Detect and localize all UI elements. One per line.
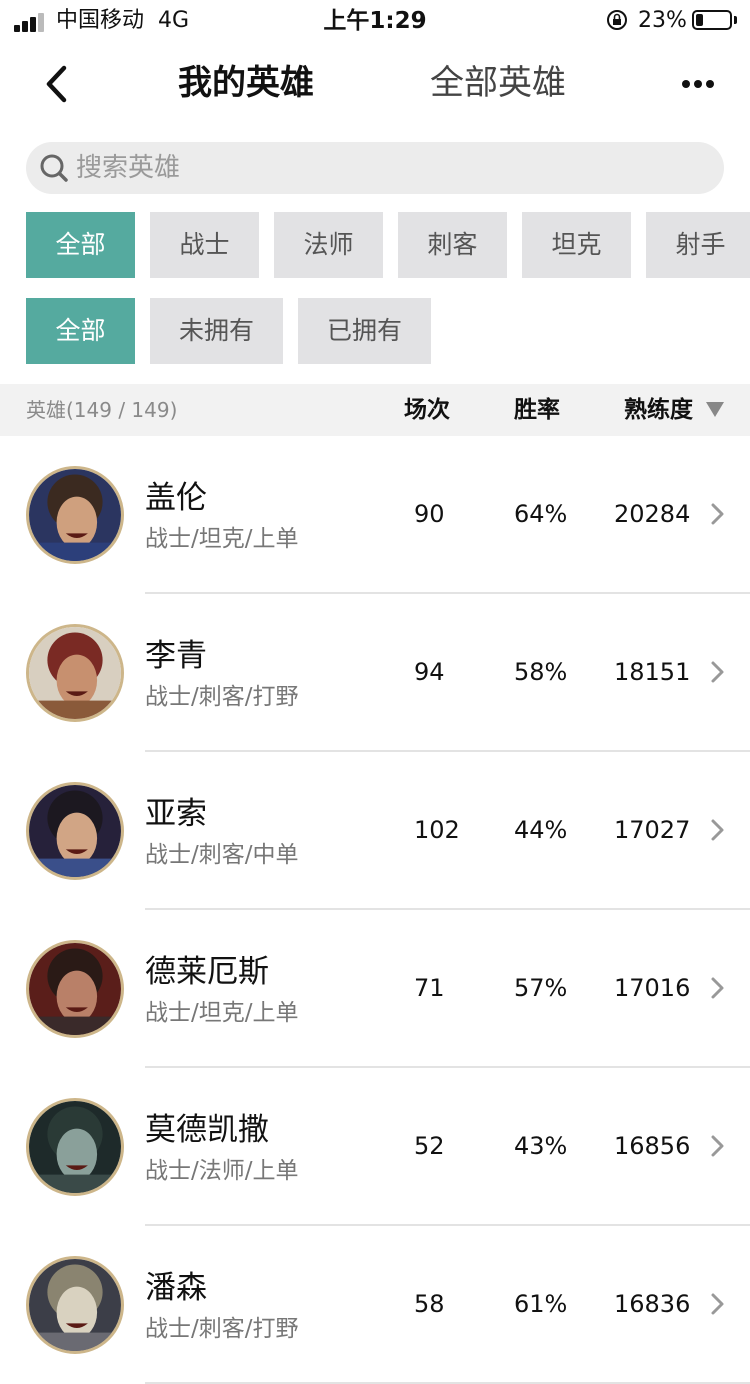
tab-my-heroes[interactable]: 我的英雄	[178, 60, 314, 106]
column-games[interactable]: 场次	[404, 384, 450, 436]
hero-roles: 战士/刺客/中单	[145, 842, 299, 868]
hero-row[interactable]: 莫德凯撒 战士/法师/上单 52 43% 16856	[0, 1068, 750, 1226]
battery-icon	[692, 10, 732, 30]
battery-fill	[696, 14, 703, 26]
hero-portrait-icon	[29, 785, 121, 877]
back-arrow-icon[interactable]	[40, 64, 74, 104]
hero-name: 盖伦	[145, 480, 207, 516]
chevron-right-icon	[711, 819, 724, 841]
chevron-right-icon	[711, 1293, 724, 1315]
sort-desc-icon[interactable]	[706, 402, 724, 418]
tab-all-heroes[interactable]: 全部英雄	[430, 60, 566, 106]
role-chip-mage[interactable]: 法师	[274, 212, 383, 278]
hero-name: 莫德凯撒	[145, 1112, 269, 1148]
hero-name: 德莱厄斯	[145, 954, 269, 990]
hero-roles: 战士/刺客/打野	[145, 684, 299, 710]
hero-games: 102	[414, 816, 460, 844]
rotation-lock-icon	[607, 10, 627, 30]
column-proficiency[interactable]: 熟练度	[624, 384, 693, 436]
hero-proficiency: 17016	[614, 974, 691, 1002]
hero-winrate: 61%	[514, 1290, 568, 1318]
hero-count-label: 英雄(149 / 149)	[26, 398, 178, 422]
hero-portrait-icon	[29, 1101, 121, 1193]
hero-row[interactable]: 潘森 战士/刺客/打野 58 61% 16836	[0, 1226, 750, 1384]
list-header: 英雄(149 / 149) 场次 胜率 熟练度	[0, 384, 750, 436]
hero-proficiency: 16836	[614, 1290, 691, 1318]
chevron-right-icon	[711, 661, 724, 683]
battery-tip	[734, 16, 737, 24]
hero-row[interactable]: 盖伦 战士/坦克/上单 90 64% 20284	[0, 436, 750, 594]
hero-portrait-icon	[29, 627, 121, 719]
hero-proficiency: 17027	[614, 816, 691, 844]
ownership-chip-all[interactable]: 全部	[26, 298, 135, 364]
hero-avatar	[26, 782, 124, 880]
hero-winrate: 64%	[514, 500, 568, 528]
chevron-right-icon	[711, 977, 724, 999]
hero-winrate: 57%	[514, 974, 568, 1002]
hero-avatar	[26, 1098, 124, 1196]
role-chip-tank[interactable]: 坦克	[522, 212, 631, 278]
hero-roles: 战士/坦克/上单	[145, 526, 299, 552]
hero-portrait-icon	[29, 469, 121, 561]
hero-roles: 战士/法师/上单	[145, 1158, 299, 1184]
hero-portrait-icon	[29, 1259, 121, 1351]
hero-avatar	[26, 624, 124, 722]
role-chip-fighter[interactable]: 战士	[150, 212, 259, 278]
chevron-right-icon	[711, 1135, 724, 1157]
hero-winrate: 58%	[514, 658, 568, 686]
role-filter-row: 全部 战士 法师 刺客 坦克 射手	[26, 212, 750, 278]
battery-percent: 23%	[638, 8, 687, 33]
hero-row[interactable]: 德莱厄斯 战士/坦克/上单 71 57% 17016	[0, 910, 750, 1068]
hero-proficiency: 20284	[614, 500, 691, 528]
role-chip-marksman[interactable]: 射手	[646, 212, 750, 278]
hero-winrate: 43%	[514, 1132, 568, 1160]
hero-roles: 战士/刺客/打野	[145, 1316, 299, 1342]
hero-name: 亚索	[145, 796, 207, 832]
nav-bar: 我的英雄 全部英雄	[0, 44, 750, 124]
hero-games: 94	[414, 658, 445, 686]
search-icon	[40, 154, 68, 182]
hero-games: 90	[414, 500, 445, 528]
ownership-chip-not-owned[interactable]: 未拥有	[150, 298, 283, 364]
role-chip-assassin[interactable]: 刺客	[398, 212, 507, 278]
column-winrate[interactable]: 胜率	[514, 384, 560, 436]
hero-avatar	[26, 466, 124, 564]
more-icon[interactable]	[678, 74, 718, 94]
status-bar: 中国移动 4G 上午1:29 23%	[0, 0, 750, 44]
hero-proficiency: 16856	[614, 1132, 691, 1160]
hero-proficiency: 18151	[614, 658, 691, 686]
hero-name: 潘森	[145, 1270, 207, 1306]
search-input[interactable]	[76, 142, 696, 194]
hero-avatar	[26, 1256, 124, 1354]
hero-row[interactable]: 亚索 战士/刺客/中单 102 44% 17027	[0, 752, 750, 910]
ownership-chip-owned[interactable]: 已拥有	[298, 298, 431, 364]
hero-games: 52	[414, 1132, 445, 1160]
hero-row[interactable]: 李青 战士/刺客/打野 94 58% 18151	[0, 594, 750, 752]
hero-games: 71	[414, 974, 445, 1002]
chevron-right-icon	[711, 503, 724, 525]
role-chip-all[interactable]: 全部	[26, 212, 135, 278]
hero-name: 李青	[145, 638, 207, 674]
search-bar	[26, 142, 724, 194]
hero-avatar	[26, 940, 124, 1038]
ownership-filter-row: 全部 未拥有 已拥有	[26, 298, 750, 364]
hero-winrate: 44%	[514, 816, 568, 844]
hero-portrait-icon	[29, 943, 121, 1035]
hero-games: 58	[414, 1290, 445, 1318]
hero-roles: 战士/坦克/上单	[145, 1000, 299, 1026]
